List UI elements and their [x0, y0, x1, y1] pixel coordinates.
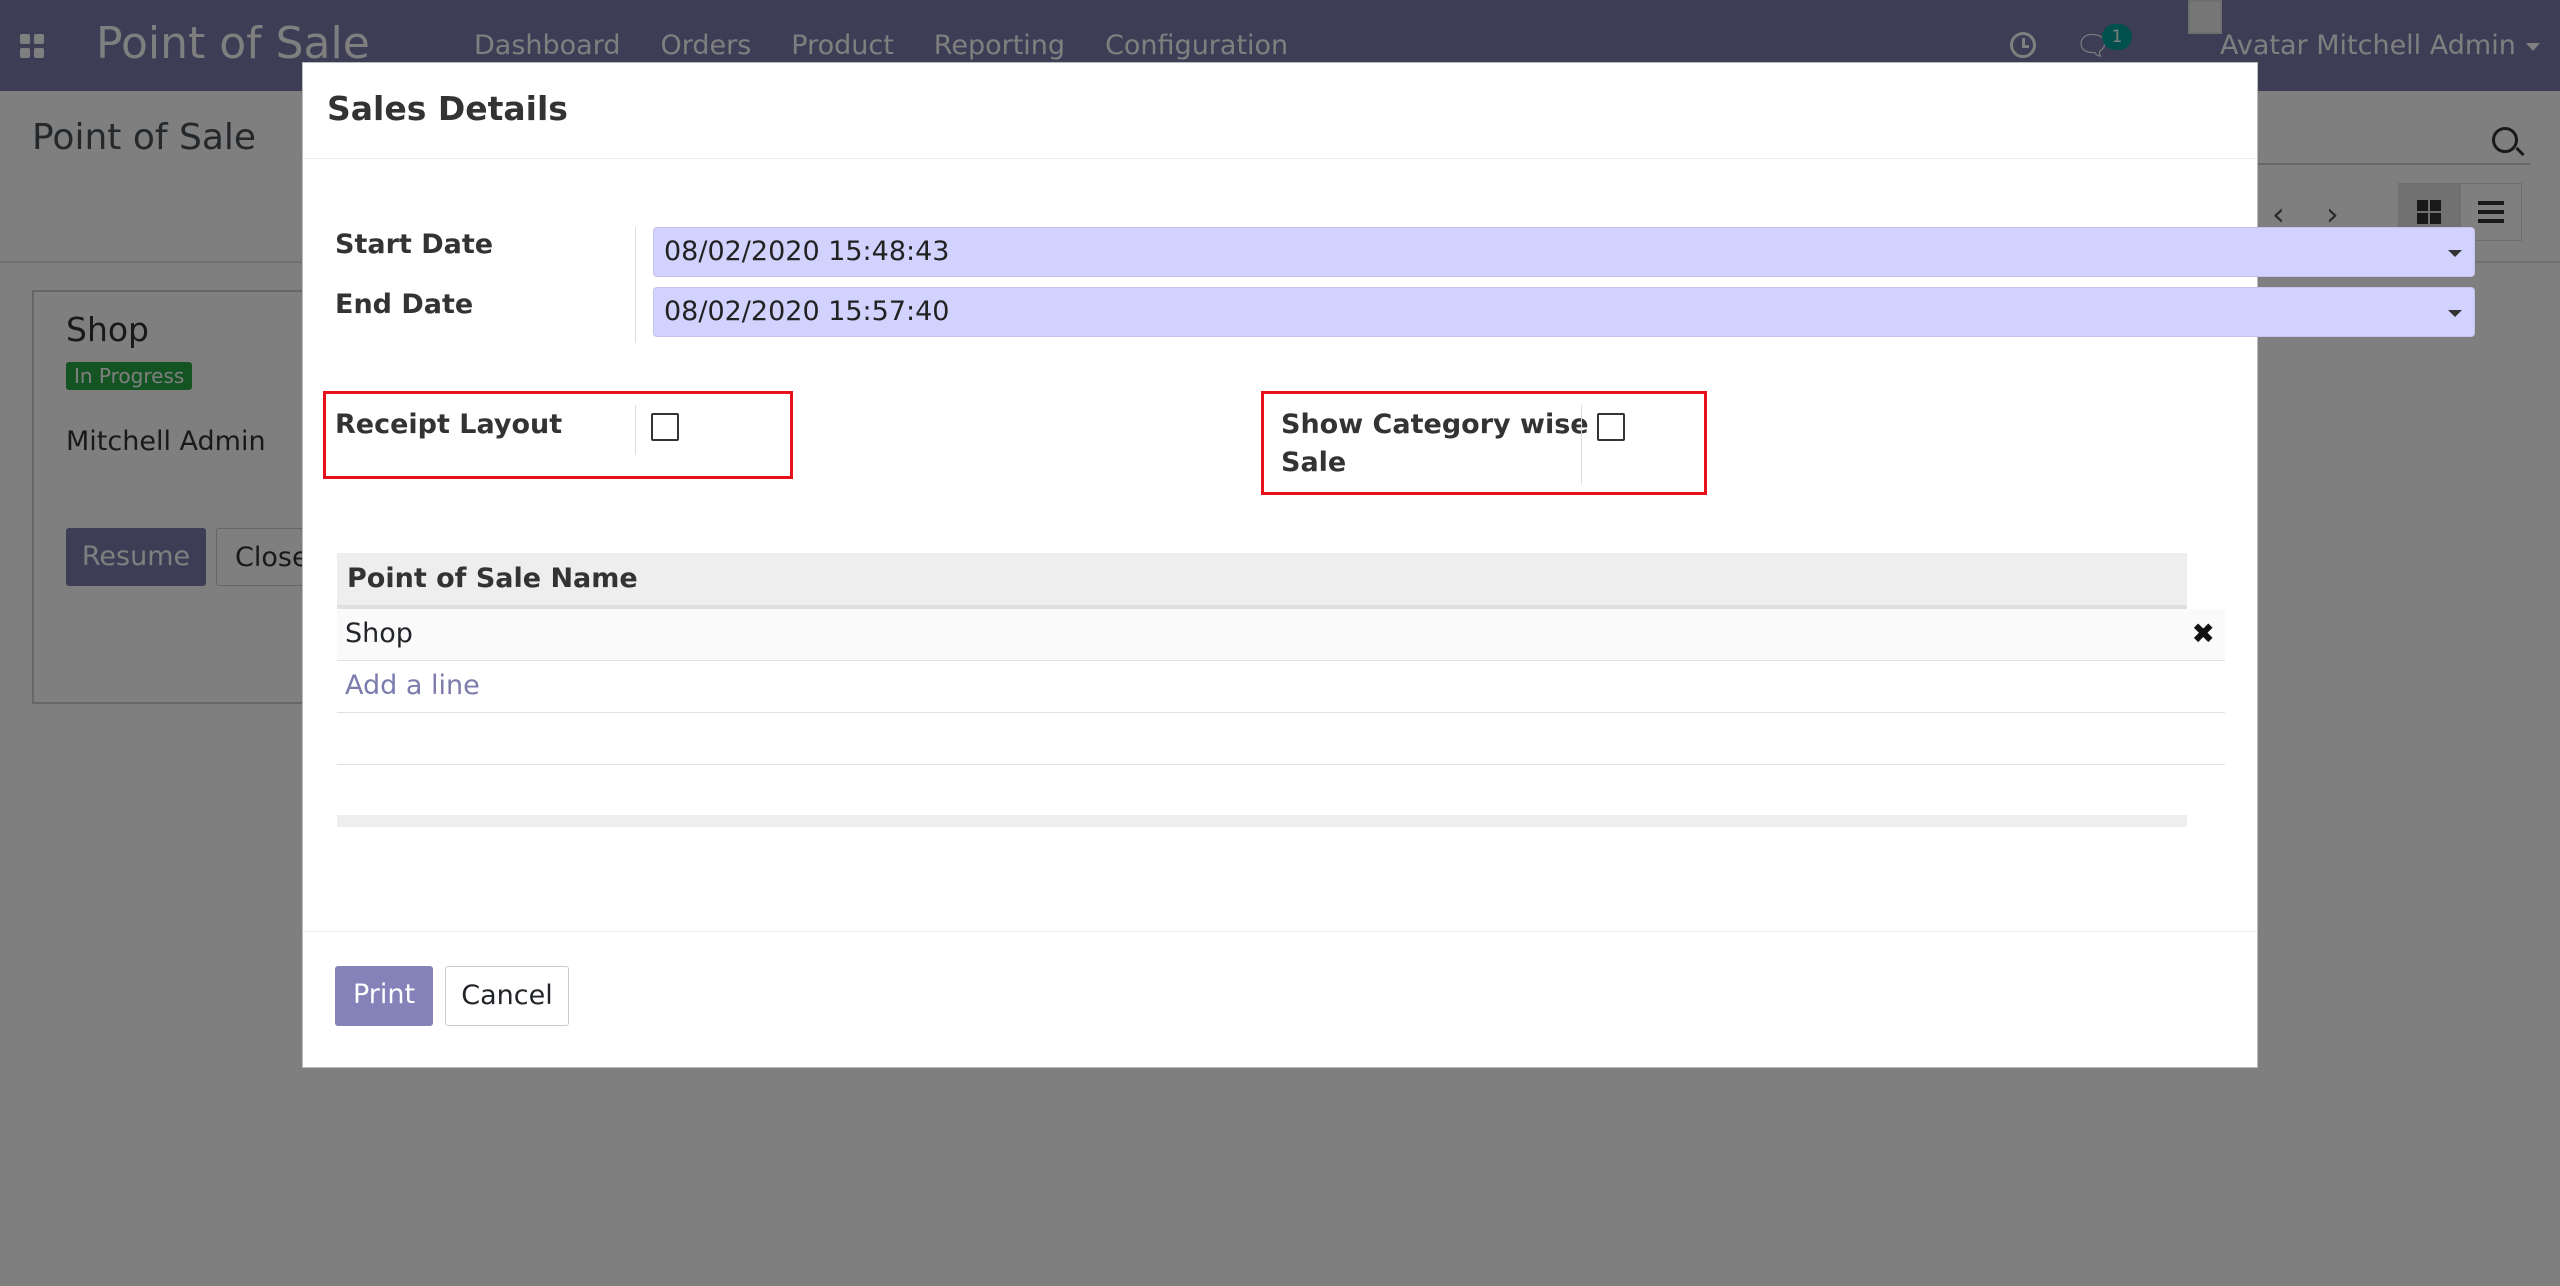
category-wise-checkbox[interactable] — [1597, 413, 1625, 441]
label-separator — [635, 227, 636, 343]
modal-footer: Print Cancel — [303, 931, 2257, 1069]
end-date-input[interactable]: 08/02/2020 15:57:40 — [653, 287, 2475, 337]
add-line-link[interactable]: Add a line — [345, 670, 480, 701]
modal-header: Sales Details — [303, 63, 2257, 159]
receipt-layout-checkbox[interactable] — [651, 413, 679, 441]
end-date-label: End Date — [335, 289, 474, 320]
category-wise-label-line2: Sale — [1281, 447, 1347, 478]
table-cell-pos-name: Shop — [345, 618, 413, 649]
table-row[interactable]: Shop ✖ — [337, 609, 2225, 661]
add-line-row: Add a line — [337, 661, 2225, 713]
empty-row — [337, 713, 2225, 765]
start-date-value: 08/02/2020 15:48:43 — [664, 236, 950, 267]
label-separator — [635, 405, 636, 455]
sales-details-dialog: Sales Details Start Date End Date 08/02/… — [302, 62, 2475, 1069]
cancel-button[interactable]: Cancel — [445, 966, 569, 1026]
start-date-label: Start Date — [335, 229, 494, 260]
start-date-input[interactable]: 08/02/2020 15:48:43 — [653, 227, 2475, 277]
receipt-layout-label: Receipt Layout — [335, 409, 563, 440]
caret-down-icon[interactable] — [2448, 310, 2462, 317]
category-wise-highlight — [1261, 391, 1707, 495]
table-header: Point of Sale Name — [337, 553, 2187, 609]
print-button[interactable]: Print — [335, 966, 433, 1026]
delete-row-icon[interactable]: ✖ — [2192, 609, 2215, 659]
pos-config-table: Point of Sale Name Shop ✖ Add a line — [337, 553, 2225, 827]
end-date-value: 08/02/2020 15:57:40 — [664, 296, 950, 327]
category-wise-label-line1: Show Category wise — [1281, 409, 1589, 440]
modal-title: Sales Details — [327, 89, 568, 128]
label-separator — [1581, 405, 1582, 485]
table-footer — [337, 815, 2187, 827]
caret-down-icon[interactable] — [2448, 250, 2462, 257]
